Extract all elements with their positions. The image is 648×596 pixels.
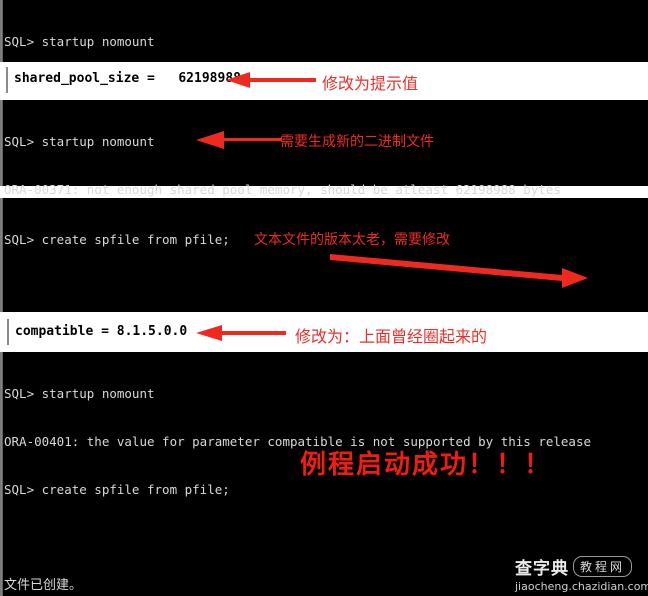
editor-band-shared-pool[interactable]: shared_pool_size = 62198988 修改为提示值 [0,62,648,98]
terminal-block-1[interactable]: SQL> startup nomount ORA-00371: not enou… [0,0,648,145]
editor-band-text: compatible = 8.1.5.0.0 [15,324,188,339]
annotation-arrow-2 [196,131,282,149]
annotation-label-1: 修改为提示值 [322,74,419,93]
terminal-line: SQL> startup nomount [4,386,155,401]
watermark-brand-row: 查字典 教程网 [515,554,648,579]
terminal-line: SQL> startup nomount [4,34,155,49]
annotation-arrow-4 [196,324,286,342]
watermark-sub: 教程网 [573,556,633,577]
annotation-arrow-1 [226,71,316,89]
editor-band-text: shared_pool_size = 62198988 [14,71,241,86]
annotation-arrow-3 [330,254,588,288]
annotation-label-2: 需要生成新的二进制文件 [280,134,434,150]
terminal-line: SQL> create spfile from pfile; [4,482,230,497]
watermark: 查字典 教程网 jiaocheng.chazidian.com [515,554,648,593]
watermark-url: jiaocheng.chazidian.com [515,580,648,593]
editor-caret [6,67,8,93]
watermark-brand: 查字典 [515,559,569,579]
annotation-label-5: 例程启动成功！！！ [300,450,553,480]
screenshot-root: SQL> startup nomount ORA-00371: not enou… [0,0,648,596]
editor-caret [7,319,9,345]
terminal-line: ORA-00371: not enough shared pool memory… [4,182,561,197]
annotation-label-4: 修改为：上面曾经圈起来的 [295,327,488,346]
editor-band-compatible[interactable]: compatible = 8.1.5.0.0 修改为：上面曾经圈起来的 [0,312,648,352]
